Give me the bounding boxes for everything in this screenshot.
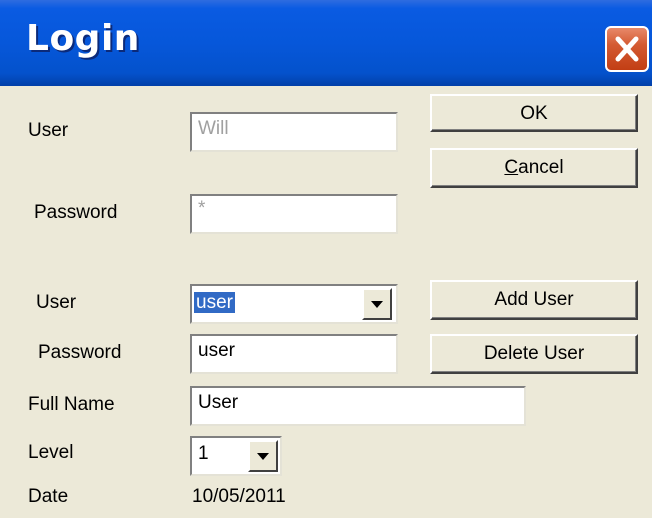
user-label: User bbox=[28, 120, 69, 141]
fullname-input[interactable]: User bbox=[190, 386, 526, 426]
manage-password-label: Password bbox=[38, 342, 122, 363]
password-input[interactable]: * bbox=[190, 194, 398, 234]
chevron-down-icon bbox=[371, 301, 383, 308]
level-select[interactable]: 1 bbox=[190, 436, 282, 476]
manage-password-input[interactable]: user bbox=[190, 334, 398, 374]
cancel-button[interactable]: Cancel bbox=[430, 148, 638, 188]
add-user-button[interactable]: Add User bbox=[430, 280, 638, 320]
fullname-label: Full Name bbox=[28, 394, 115, 415]
user-select-dropdown-button[interactable] bbox=[362, 288, 392, 320]
level-select-dropdown-button[interactable] bbox=[248, 440, 278, 472]
level-select-value: 1 bbox=[198, 443, 209, 464]
close-icon bbox=[615, 36, 639, 62]
dialog-body: User Will Password * OK Cancel User user… bbox=[0, 86, 652, 518]
ok-button[interactable]: OK bbox=[430, 94, 638, 132]
cancel-label-mnemonic: C bbox=[504, 157, 519, 178]
chevron-down-icon bbox=[257, 453, 269, 460]
date-value: 10/05/2011 bbox=[192, 486, 286, 507]
level-label: Level bbox=[28, 442, 74, 463]
window-title: Login bbox=[26, 18, 140, 59]
user-select[interactable]: user bbox=[190, 284, 398, 324]
title-bar[interactable]: Login bbox=[0, 0, 652, 86]
date-label: Date bbox=[28, 486, 69, 507]
close-button[interactable] bbox=[605, 26, 649, 72]
delete-user-button[interactable]: Delete User bbox=[430, 334, 638, 374]
password-label: Password bbox=[34, 202, 118, 223]
manage-user-label: User bbox=[36, 292, 77, 313]
user-input[interactable]: Will bbox=[190, 112, 398, 152]
user-select-value: user bbox=[194, 292, 235, 313]
cancel-label-rest: ancel bbox=[518, 157, 564, 178]
